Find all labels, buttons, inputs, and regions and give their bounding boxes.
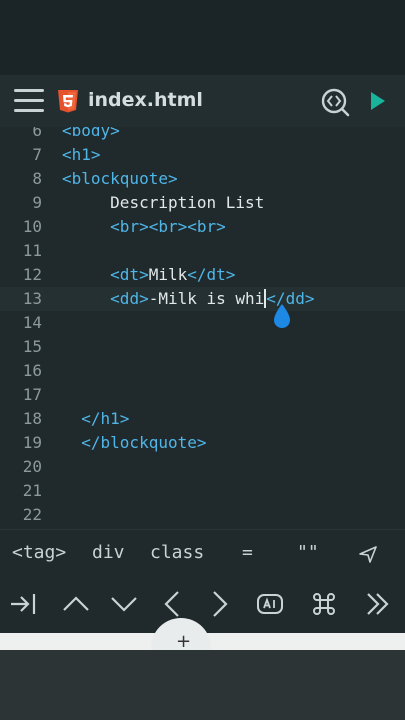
send-icon[interactable]: [358, 544, 378, 564]
html-tag-token: </dt>: [187, 265, 236, 284]
html5-file-icon: [58, 90, 78, 113]
symbol-key-bar: <tag> div class = "": [0, 529, 405, 580]
text-token: Description List: [110, 193, 265, 212]
html-tag-token: <dd>: [110, 289, 149, 308]
code-content: <body>: [62, 127, 120, 143]
code-line[interactable]: 12 <dt>Milk</dt>: [0, 263, 405, 287]
line-number: 14: [22, 313, 42, 332]
html-tag-token: </h1>: [81, 409, 130, 428]
line-number: 16: [22, 361, 42, 380]
code-content: <blockquote>: [62, 167, 178, 191]
code-line[interactable]: 19 </blockquote>: [0, 431, 405, 455]
code-content: <h1>: [62, 143, 101, 167]
file-title[interactable]: index.html: [88, 89, 203, 111]
html-tag-token: <dt>: [110, 265, 149, 284]
code-line[interactable]: 21: [0, 479, 405, 503]
text-token: Milk: [148, 265, 188, 284]
key-class[interactable]: class: [150, 542, 204, 563]
double-chevron-right-icon[interactable]: [362, 589, 392, 619]
text-cursor-handle[interactable]: [272, 303, 292, 329]
command-key-icon[interactable]: [309, 589, 339, 619]
code-content: </h1>: [62, 407, 129, 431]
line-number: 7: [32, 145, 42, 164]
code-line[interactable]: 11: [0, 239, 405, 263]
line-number: 11: [22, 241, 42, 260]
code-content: Description List: [62, 191, 264, 215]
search-code-icon[interactable]: [320, 87, 350, 117]
html-tag-token: <h1>: [62, 145, 101, 164]
line-number: 17: [22, 385, 42, 404]
arrow-left-icon[interactable]: [157, 589, 187, 619]
code-content: <dt>Milk</dt>: [62, 263, 235, 287]
line-number: 13: [22, 289, 42, 308]
status-area: [0, 0, 405, 75]
code-line[interactable]: 7 <h1>: [0, 143, 405, 167]
hamburger-menu-icon[interactable]: [14, 87, 44, 115]
code-content: <br><br><br>: [62, 215, 226, 239]
ai-assistant-icon[interactable]: [255, 589, 285, 619]
code-line[interactable]: 13 <dd>-Milk is whi </dd>: [0, 287, 405, 311]
code-line[interactable]: 8 <blockquote>: [0, 167, 405, 191]
code-line[interactable]: 22: [0, 503, 405, 527]
tab-key-icon[interactable]: [8, 589, 38, 619]
line-number: 20: [22, 457, 42, 476]
line-number: 8: [32, 169, 42, 188]
key-quotes[interactable]: "": [297, 542, 319, 563]
line-number: 9: [32, 193, 42, 212]
toolbar: index.html: [0, 75, 405, 127]
background-area: [0, 650, 405, 720]
run-play-icon[interactable]: [369, 91, 387, 111]
line-number: 22: [22, 505, 42, 524]
code-line[interactable]: 18 </h1>: [0, 407, 405, 431]
key-tag[interactable]: <tag>: [12, 542, 66, 563]
key-div[interactable]: div: [92, 542, 125, 563]
arrow-up-icon[interactable]: [61, 589, 91, 619]
code-line[interactable]: 9 Description List: [0, 191, 405, 215]
line-number: 6: [32, 127, 42, 140]
code-line[interactable]: 15: [0, 335, 405, 359]
code-line[interactable]: 6 <body>: [0, 127, 405, 143]
html-tag-token: <blockquote>: [62, 169, 178, 188]
line-number: 21: [22, 481, 42, 500]
plus-icon: +: [176, 631, 192, 650]
arrow-right-icon[interactable]: [205, 589, 235, 619]
code-line[interactable]: 20: [0, 455, 405, 479]
line-number: 18: [22, 409, 42, 428]
line-number: 10: [22, 217, 42, 236]
html-tag-token: <br><br><br>: [110, 217, 226, 236]
code-line[interactable]: 10 <br><br><br>: [0, 215, 405, 239]
line-number: 19: [22, 433, 42, 452]
code-editor-app: index.html 6 <body> 7 <h1> 8 <blockquote> 9 De…: [0, 75, 405, 650]
code-line[interactable]: 16: [0, 359, 405, 383]
code-line[interactable]: 14: [0, 311, 405, 335]
code-line[interactable]: 17: [0, 383, 405, 407]
line-number: 12: [22, 265, 42, 284]
key-equals[interactable]: =: [242, 542, 253, 563]
code-editor[interactable]: 6 <body> 7 <h1> 8 <blockquote> 9 Description L…: [0, 127, 405, 529]
arrow-down-icon[interactable]: [109, 589, 139, 619]
line-number: 15: [22, 337, 42, 356]
code-content: </blockquote>: [62, 431, 207, 455]
text-token: -Milk is whi: [148, 289, 265, 308]
navigation-bar: [0, 579, 405, 633]
html-tag-token: </blockquote>: [81, 433, 207, 452]
html-tag-token: <body>: [62, 127, 120, 140]
